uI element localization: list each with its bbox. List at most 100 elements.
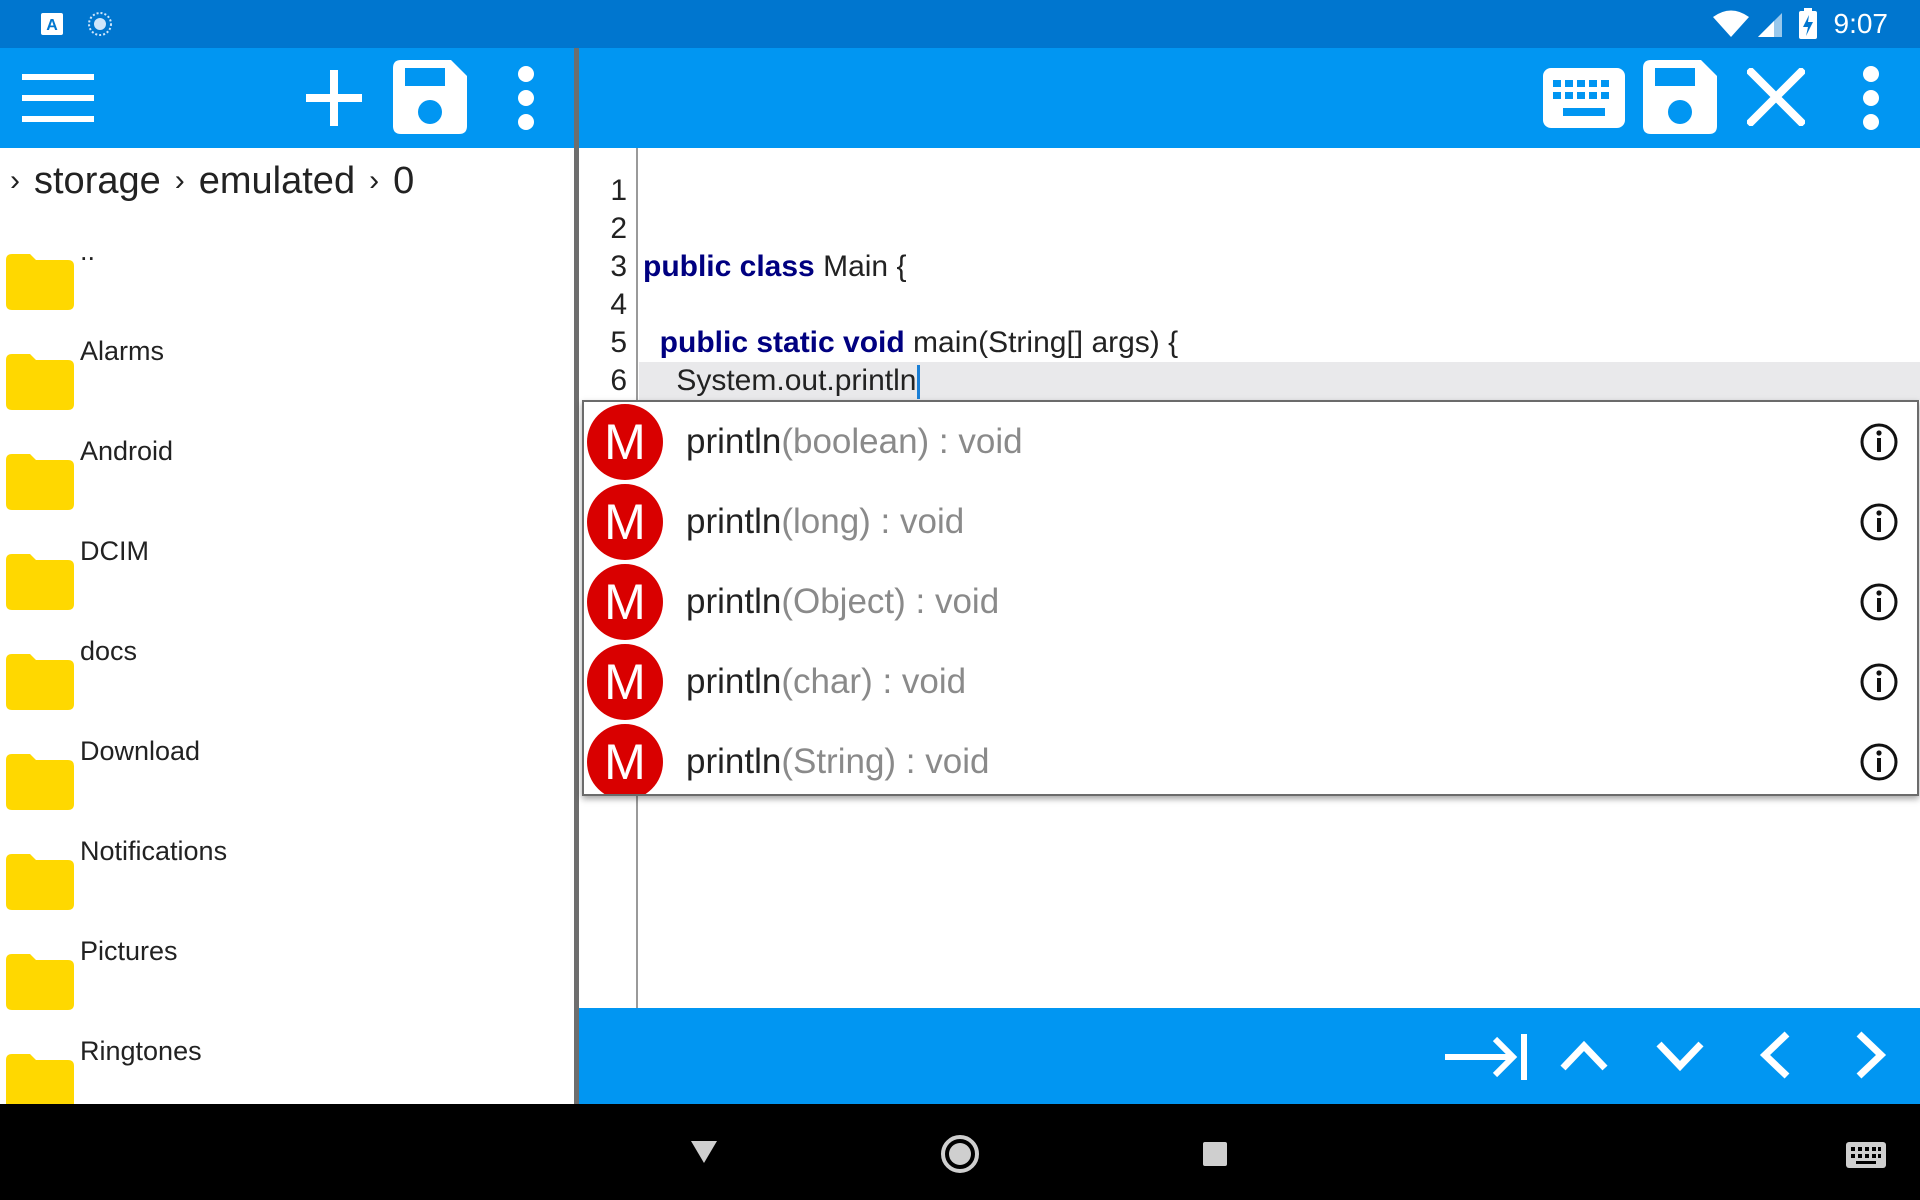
more-vert-icon[interactable] [1861, 64, 1881, 132]
file-row-android[interactable]: Android [0, 428, 574, 528]
more-vert-icon[interactable] [516, 64, 536, 132]
editor-bottom-toolbar [579, 1008, 1920, 1104]
status-bar: A 9:07 [0, 0, 1920, 48]
method-name: println [686, 742, 782, 781]
file-browser: › storage › emulated › 0 .. Alarms Andro… [0, 148, 574, 1104]
method-signature: (Object) : void [781, 582, 1000, 621]
folder-icon [6, 654, 74, 710]
chevron-left-icon[interactable] [1759, 1030, 1791, 1080]
file-row-docs[interactable]: docs [0, 628, 574, 728]
folder-icon [6, 954, 74, 1010]
autocomplete-item[interactable]: M println(char) : void [584, 642, 1917, 722]
code-line-5: public static void main(String[] args) { [643, 324, 1178, 362]
recents-icon[interactable] [1203, 1142, 1227, 1166]
breadcrumb: › storage › emulated › 0 [10, 156, 414, 206]
autocomplete-item[interactable]: M println(String) : void [584, 722, 1917, 794]
folder-icon [6, 554, 74, 610]
file-row-download[interactable]: Download [0, 728, 574, 828]
file-name: Notifications [80, 836, 228, 866]
line-number: 3 [610, 250, 627, 283]
info-icon[interactable] [1859, 422, 1899, 462]
code-text: Main { [814, 250, 907, 283]
folder-icon [6, 454, 74, 510]
chevron-down-icon[interactable] [1655, 1040, 1705, 1072]
folder-icon [6, 754, 74, 810]
file-row-dcim[interactable]: DCIM [0, 528, 574, 628]
method-badge-icon: M [587, 484, 663, 560]
menu-icon[interactable] [22, 72, 94, 124]
info-icon[interactable] [1859, 502, 1899, 542]
line-number: 2 [610, 212, 627, 245]
method-name: println [686, 582, 782, 621]
code-text: main(String[] args) { [904, 326, 1179, 359]
tab-icon[interactable] [1443, 1034, 1529, 1080]
file-name: DCIM [80, 536, 149, 566]
info-icon[interactable] [1859, 662, 1899, 702]
file-name: docs [80, 636, 138, 666]
code-text: System.out.println [643, 364, 917, 397]
folder-icon [6, 254, 74, 310]
chevron-right-icon[interactable] [1855, 1030, 1887, 1080]
method-signature: (long) : void [781, 502, 965, 541]
file-name: Download [80, 736, 201, 766]
file-name: Android [80, 436, 174, 466]
file-browser-toolbar [0, 48, 574, 148]
folder-icon [6, 1054, 74, 1104]
file-row-alarms[interactable]: Alarms [0, 328, 574, 428]
file-row-parent[interactable]: .. [0, 228, 574, 328]
file-row-notifications[interactable]: Notifications [0, 828, 574, 928]
code-line-3: public class Main { [643, 248, 906, 286]
folder-icon [6, 354, 74, 410]
file-name: Pictures [80, 936, 178, 966]
method-signature: (char) : void [781, 662, 967, 701]
file-name: Alarms [80, 336, 165, 366]
editor-toolbar [579, 48, 1920, 148]
save-icon[interactable] [393, 60, 467, 134]
system-nav-bar [0, 1104, 1920, 1200]
back-icon[interactable] [690, 1140, 718, 1164]
breadcrumb-chevron-icon: › [369, 164, 380, 197]
plus-icon[interactable] [304, 68, 364, 128]
svg-text:A: A [46, 17, 58, 34]
breadcrumb-chevron-icon: › [174, 164, 185, 197]
file-name: Ringtones [80, 1036, 202, 1066]
autocomplete-popup: M println(boolean) : void M println(long… [582, 400, 1919, 796]
keyword: public class [643, 250, 815, 283]
line-number: 1 [610, 174, 627, 207]
breadcrumb-0[interactable]: 0 [393, 160, 414, 203]
method-signature: (String) : void [781, 742, 990, 781]
info-icon[interactable] [1859, 582, 1899, 622]
clock: 9:07 [1833, 8, 1889, 39]
save-icon[interactable] [1643, 60, 1717, 134]
folder-icon [6, 854, 74, 910]
line-number: 5 [610, 326, 627, 359]
keyboard-icon[interactable] [1543, 68, 1625, 128]
breadcrumb-emulated[interactable]: emulated [199, 160, 355, 203]
text-a-icon: A [41, 13, 63, 35]
method-badge-icon: M [587, 644, 663, 720]
breadcrumb-storage[interactable]: storage [34, 160, 161, 203]
home-icon[interactable] [940, 1134, 980, 1174]
file-row-ringtones[interactable]: Ringtones [0, 1028, 574, 1104]
chevron-up-icon[interactable] [1559, 1040, 1609, 1072]
method-signature: (boolean) : void [781, 422, 1023, 461]
code-line-6: System.out.println [643, 362, 921, 400]
close-icon[interactable] [1747, 68, 1805, 126]
loading-icon [88, 12, 112, 36]
keyboard-icon[interactable] [1846, 1142, 1886, 1168]
file-name: .. [80, 236, 96, 266]
method-badge-icon: M [587, 564, 663, 640]
text-cursor [917, 365, 921, 400]
wifi-icon [1713, 10, 1749, 37]
file-row-pictures[interactable]: Pictures [0, 928, 574, 1028]
method-badge-icon: M [587, 724, 663, 794]
info-icon[interactable] [1859, 742, 1899, 782]
autocomplete-item[interactable]: M println(Object) : void [584, 562, 1917, 642]
battery-charging-icon [1799, 8, 1817, 39]
autocomplete-item[interactable]: M println(long) : void [584, 482, 1917, 562]
line-number: 6 [610, 364, 627, 397]
line-number: 4 [610, 288, 627, 321]
autocomplete-item[interactable]: M println(boolean) : void [584, 402, 1917, 482]
keyword: public static void [659, 326, 905, 359]
